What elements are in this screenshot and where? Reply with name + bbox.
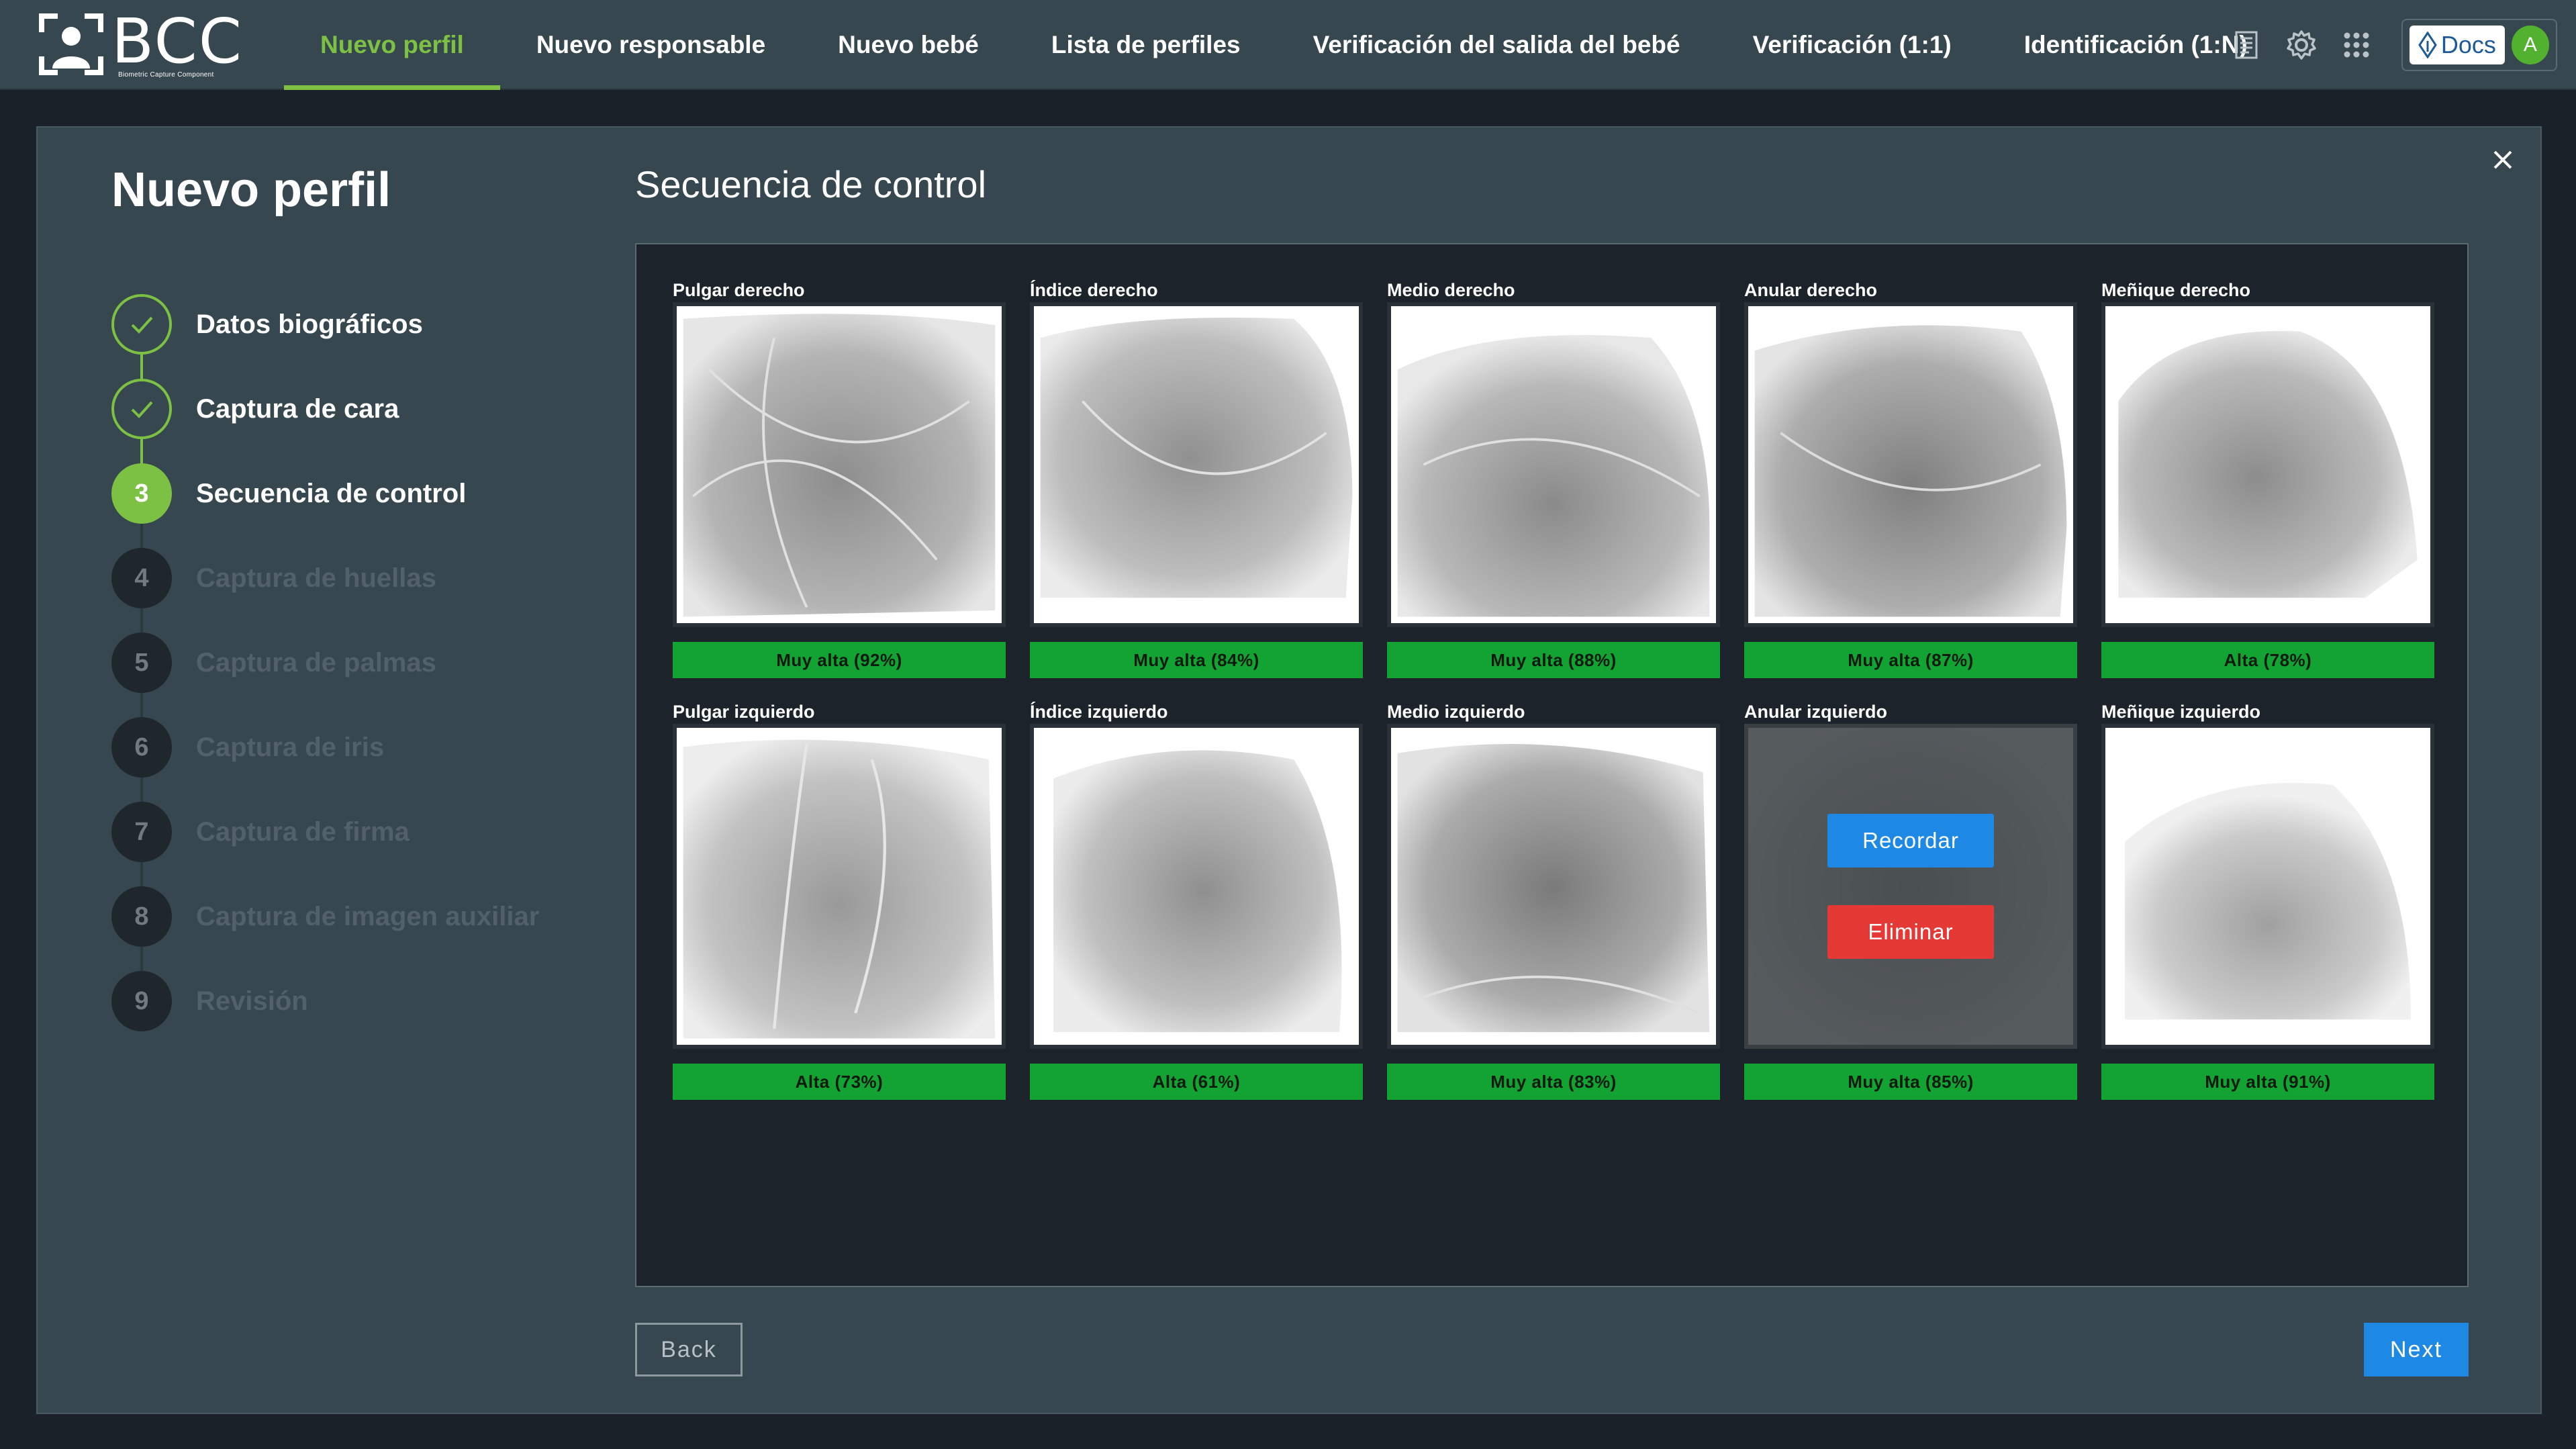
check-icon — [111, 294, 172, 355]
finger-card-indice-derecho[interactable]: Índice derecho Muy alta (84%) — [1030, 278, 1363, 678]
quality-badge: Muy alta (84%) — [1030, 642, 1363, 678]
step-label: Captura de cara — [196, 393, 399, 424]
close-icon[interactable] — [2488, 145, 2518, 175]
gear-icon[interactable] — [2284, 28, 2319, 62]
fingerprint-image[interactable] — [673, 302, 1006, 627]
step-captura-palmas: 5 Captura de palmas — [111, 633, 581, 693]
bcc-logo[interactable]: BCC Biometric Capture Component — [38, 5, 246, 79]
apps-grid-icon[interactable] — [2339, 28, 2374, 62]
step-number: 6 — [111, 717, 172, 778]
finger-label: Índice derecho — [1030, 280, 1158, 300]
avatar[interactable]: A — [2511, 26, 2549, 64]
finger-card-anular-derecho[interactable]: Anular derecho Muy alta (87%) — [1744, 278, 2077, 678]
brand-name: BCC — [111, 5, 243, 77]
step-captura-imagen-auxiliar: 8 Captura de imagen auxiliar — [111, 886, 581, 947]
nav-item-nuevo-bebe[interactable]: Nuevo bebé — [802, 0, 1015, 90]
profile-frame-icon — [39, 13, 103, 75]
step-label: Captura de imagen auxiliar — [196, 901, 540, 931]
nav-item-lista-perfiles[interactable]: Lista de perfiles — [1015, 0, 1277, 90]
finger-label: Anular derecho — [1744, 280, 1878, 300]
fingerprint-image[interactable] — [1744, 302, 2077, 627]
back-button[interactable]: Back — [635, 1323, 743, 1376]
step-captura-cara[interactable]: Captura de cara — [111, 379, 581, 439]
finger-label: Medio derecho — [1387, 280, 1515, 300]
wizard-panel: Nuevo perfil Datos biográficos Captura d… — [36, 126, 2542, 1414]
fingerprint-grid: Pulgar derecho Muy alta (92%) Índice der… — [635, 243, 2469, 1287]
quality-badge: Muy alta (92%) — [673, 642, 1006, 678]
nav-item-nuevo-perfil[interactable]: Nuevo perfil — [284, 0, 500, 90]
pen-nib-icon — [2418, 32, 2437, 58]
step-number: 4 — [111, 548, 172, 608]
document-icon[interactable] — [2229, 28, 2264, 62]
check-icon — [111, 379, 172, 439]
step-revision: 9 Revisión — [111, 971, 581, 1031]
delete-button[interactable]: Eliminar — [1827, 905, 1994, 959]
quality-badge: Muy alta (87%) — [1744, 642, 2077, 678]
finger-label: Meñique izquierdo — [2101, 702, 2261, 722]
page-title: Nuevo perfil — [111, 163, 391, 217]
step-datos-biograficos[interactable]: Datos biográficos — [111, 294, 581, 355]
fingerprint-image[interactable] — [2101, 302, 2434, 627]
step-number: 7 — [111, 802, 172, 862]
quality-badge: Muy alta (85%) — [1744, 1064, 2077, 1100]
fingerprint-image[interactable] — [673, 724, 1006, 1049]
fingerprint-image[interactable] — [2101, 724, 2434, 1049]
quality-badge: Alta (78%) — [2101, 642, 2434, 678]
recall-button[interactable]: Recordar — [1827, 814, 1994, 868]
step-captura-huellas: 4 Captura de huellas — [111, 548, 581, 608]
docs-user-box: Docs A — [2401, 19, 2557, 71]
fingerprint-image[interactable] — [1030, 724, 1363, 1049]
finger-label: Pulgar derecho — [673, 280, 805, 300]
step-number: 5 — [111, 633, 172, 693]
fingerprint-image[interactable] — [1387, 724, 1720, 1049]
nav-item-nuevo-responsable[interactable]: Nuevo responsable — [500, 0, 802, 90]
finger-actions-overlay: Recordar Eliminar — [1748, 728, 2073, 1045]
nav-item-verificacion-salida-bebe[interactable]: Verificación del salida del bebé — [1277, 0, 1717, 90]
brand-subtitle: Biometric Capture Component — [118, 71, 214, 79]
quality-badge: Alta (61%) — [1030, 1064, 1363, 1100]
step-label: Captura de iris — [196, 732, 385, 762]
step-number: 3 — [111, 463, 172, 524]
nav-item-verificacion-1-1[interactable]: Verificación (1:1) — [1717, 0, 1988, 90]
finger-card-medio-izquierdo[interactable]: Medio izquierdo Muy alta (83%) — [1387, 700, 1720, 1100]
step-label: Captura de palmas — [196, 647, 436, 677]
finger-card-menique-derecho[interactable]: Meñique derecho Alta (78%) — [2101, 278, 2434, 678]
finger-label: Medio izquierdo — [1387, 702, 1525, 722]
step-secuencia-control[interactable]: 3 Secuencia de control — [111, 463, 581, 524]
finger-card-pulgar-izquierdo[interactable]: Pulgar izquierdo Alta (73%) — [673, 700, 1006, 1100]
next-button[interactable]: Next — [2364, 1323, 2469, 1376]
docs-label: Docs — [2440, 31, 2496, 58]
step-captura-iris: 6 Captura de iris — [111, 717, 581, 778]
step-label: Secuencia de control — [196, 478, 467, 508]
finger-card-menique-izquierdo[interactable]: Meñique izquierdo Muy alta (91%) — [2101, 700, 2434, 1100]
fingerprint-image[interactable]: Recordar Eliminar — [1744, 724, 2077, 1049]
step-label: Datos biográficos — [196, 309, 423, 339]
step-number: 9 — [111, 971, 172, 1031]
top-bar: BCC Biometric Capture Component Nuevo pe… — [0, 0, 2576, 90]
quality-badge: Muy alta (83%) — [1387, 1064, 1720, 1100]
fingerprint-image[interactable] — [1030, 302, 1363, 627]
finger-card-anular-izquierdo[interactable]: Anular izquierdo Recordar Eliminar Muy a… — [1744, 700, 2077, 1100]
finger-label: Índice izquierdo — [1030, 702, 1168, 722]
finger-label: Anular izquierdo — [1744, 702, 1888, 722]
section-title: Secuencia de control — [635, 163, 987, 205]
top-icons — [2229, 24, 2374, 66]
quality-badge: Alta (73%) — [673, 1064, 1006, 1100]
step-label: Revisión — [196, 986, 308, 1016]
finger-card-pulgar-derecho[interactable]: Pulgar derecho Muy alta (92%) — [673, 278, 1006, 678]
step-number: 8 — [111, 886, 172, 947]
finger-card-medio-derecho[interactable]: Medio derecho Muy alta (88%) — [1387, 278, 1720, 678]
step-captura-firma: 7 Captura de firma — [111, 802, 581, 862]
main-nav: Nuevo perfil Nuevo responsable Nuevo beb… — [284, 0, 2284, 90]
quality-badge: Muy alta (91%) — [2101, 1064, 2434, 1100]
step-label: Captura de firma — [196, 816, 410, 847]
finger-label: Meñique derecho — [2101, 280, 2251, 300]
finger-label: Pulgar izquierdo — [673, 702, 815, 722]
quality-badge: Muy alta (88%) — [1387, 642, 1720, 678]
docs-button[interactable]: Docs — [2410, 26, 2505, 64]
step-label: Captura de huellas — [196, 563, 436, 593]
finger-card-indice-izquierdo[interactable]: Índice izquierdo Alta (61%) — [1030, 700, 1363, 1100]
fingerprint-image[interactable] — [1387, 302, 1720, 627]
